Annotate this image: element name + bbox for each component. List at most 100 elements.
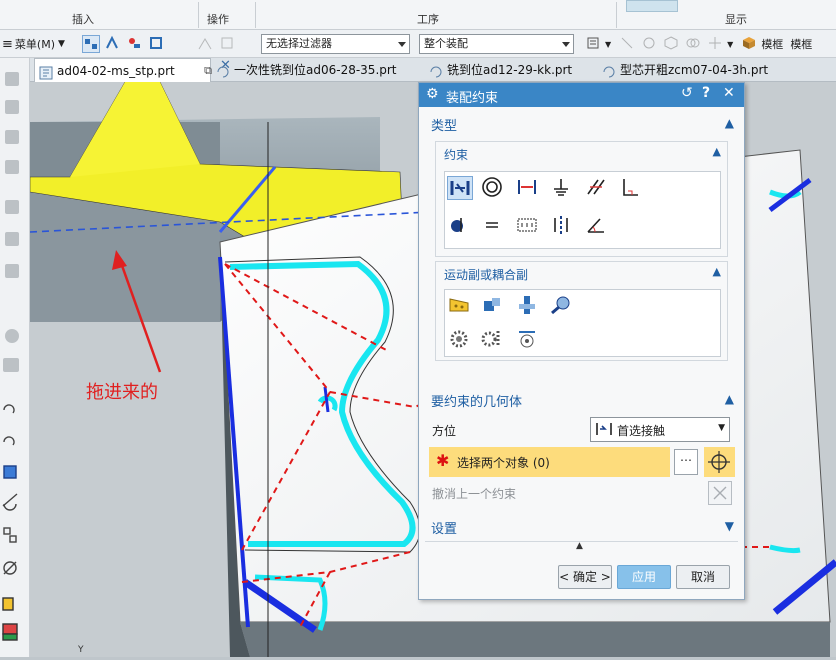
orientation-value: 首选接触 bbox=[617, 424, 666, 438]
select-face-icon[interactable] bbox=[126, 35, 144, 53]
ribbon-group-display[interactable]: 显示 bbox=[725, 11, 747, 27]
chevron-down-icon: ▼ bbox=[57, 39, 65, 49]
chevron-down-icon[interactable]: ▼ bbox=[605, 40, 611, 49]
part-file-icon bbox=[216, 63, 230, 78]
touch-align-icon[interactable] bbox=[447, 176, 473, 200]
ribbon-group-insert[interactable]: 插入 bbox=[72, 11, 94, 27]
collapse-arrow-icon[interactable]: ▲ bbox=[576, 541, 583, 551]
tab-ad12-29-kk[interactable]: 铣到位ad12-29-kk.prt bbox=[425, 58, 598, 82]
view-tools: ▼ ▼ 模框 模框 bbox=[583, 30, 812, 58]
filter-icon[interactable] bbox=[585, 35, 603, 53]
align-lock-icon[interactable] bbox=[549, 214, 575, 238]
ribbon-group-operation[interactable]: 操作 bbox=[207, 11, 229, 27]
undo-row: 撤消上一个约束 bbox=[425, 481, 738, 507]
orientation-dropdown[interactable]: 首选接触 ▼ bbox=[590, 417, 730, 442]
reset-icon[interactable]: ↺ bbox=[681, 85, 693, 101]
center-icon[interactable] bbox=[515, 214, 541, 238]
cancel-button[interactable]: 取消 bbox=[676, 565, 730, 589]
fix-icon[interactable] bbox=[549, 176, 575, 200]
section-geometry-header[interactable]: 要约束的几何体 ▲ bbox=[425, 391, 738, 411]
toolbar: ≡ 菜单(M) ▼ 无选择过滤器 整个装配 ▼ ▼ 模框 模框 bbox=[0, 30, 836, 58]
snap-point-button[interactable] bbox=[704, 447, 735, 477]
chevron-up-icon[interactable]: ▲ bbox=[713, 145, 721, 158]
part-file-icon bbox=[429, 63, 443, 78]
section-type-label: 类型 bbox=[431, 119, 458, 134]
select-body-icon[interactable] bbox=[104, 35, 122, 53]
distance-icon[interactable] bbox=[515, 176, 541, 200]
fit-icon[interactable] bbox=[447, 214, 473, 238]
mold-frame-label-2[interactable]: 模框 bbox=[790, 36, 812, 52]
dialog-title: 装配约束 bbox=[446, 91, 499, 106]
ok-button[interactable]: < 确定 > bbox=[558, 565, 612, 589]
annotation-label: 拖进来的 bbox=[86, 382, 158, 403]
part-file-icon bbox=[39, 64, 53, 80]
cheese-icon[interactable] bbox=[447, 294, 473, 318]
slider-joint-icon[interactable] bbox=[480, 294, 506, 318]
select-objects-row: ✱ 选择两个对象 (0) ⋯ bbox=[425, 447, 738, 477]
snap-grid-icon[interactable] bbox=[219, 35, 237, 53]
select-edge-icon[interactable] bbox=[148, 35, 166, 53]
bond-icon[interactable] bbox=[480, 214, 506, 238]
tab-ad04-02-ms-stp[interactable]: ad04-02-ms_stp.prt ⧉ bbox=[34, 58, 212, 83]
chevron-up-icon[interactable]: ▲ bbox=[713, 265, 721, 278]
constraint-icon-grid bbox=[444, 171, 721, 249]
select-objects-field[interactable]: ✱ 选择两个对象 (0) bbox=[429, 447, 670, 477]
perpendicular-icon[interactable] bbox=[618, 176, 644, 200]
assembly-scope-dropdown[interactable]: 整个装配 bbox=[419, 34, 574, 54]
motion-subpanel-label: 运动副或耦合副 bbox=[444, 268, 529, 282]
divider bbox=[616, 2, 617, 28]
constraint-subpanel-label: 约束 bbox=[444, 148, 469, 162]
search-joint-icon[interactable] bbox=[549, 294, 575, 318]
orientation-row: 方位 首选接触 ▼ bbox=[425, 417, 738, 443]
external-link-icon[interactable]: ⧉ bbox=[204, 59, 212, 83]
revolute-joint-icon[interactable] bbox=[515, 294, 541, 318]
cable-icon[interactable] bbox=[515, 328, 541, 352]
select-component-icon[interactable] bbox=[82, 35, 100, 53]
tab-label: 一次性铣到位ad06-28-35.prt bbox=[234, 63, 397, 77]
crosshair-icon[interactable] bbox=[707, 35, 725, 53]
undo-constraint-button[interactable] bbox=[708, 481, 732, 505]
divider bbox=[198, 2, 199, 28]
mold-frame-label[interactable]: 模框 bbox=[761, 36, 783, 52]
apply-button[interactable]: 应用 bbox=[617, 565, 671, 589]
motion-icon-grid bbox=[444, 289, 721, 357]
chevron-up-icon: ▲ bbox=[724, 392, 734, 406]
dialog-titlebar[interactable]: ⚙ 装配约束 ↺ ? ✕ bbox=[419, 83, 744, 107]
crosshair-icon bbox=[708, 451, 730, 473]
snap-icon[interactable] bbox=[197, 35, 215, 53]
section-geometry-label: 要约束的几何体 bbox=[431, 395, 523, 410]
point-icon[interactable] bbox=[619, 35, 637, 53]
chevron-down-icon[interactable]: ▼ bbox=[727, 40, 733, 49]
hexagon-icon[interactable] bbox=[663, 35, 681, 53]
rack-pinion-icon[interactable] bbox=[480, 328, 506, 352]
ribbon-thumbnail[interactable] bbox=[626, 0, 678, 12]
close-icon[interactable]: ✕ bbox=[723, 85, 735, 101]
section-settings-label: 设置 bbox=[431, 522, 458, 537]
selection-filter-dropdown[interactable]: 无选择过滤器 bbox=[261, 34, 410, 54]
tab-ad06-28-35[interactable]: 一次性铣到位ad06-28-35.prt bbox=[212, 58, 425, 82]
snap-tools bbox=[195, 30, 239, 58]
assembly-constraints-dialog: ⚙ 装配约束 ↺ ? ✕ 类型 ▲ 约束 ▲ 运动副或耦合副 ▲ 要约束的几何体… bbox=[418, 82, 745, 600]
chevron-down-icon: ▼ bbox=[718, 423, 725, 433]
tab-zcm07-04-3h[interactable]: 型芯开粗zcm07-04-3h.prt bbox=[598, 58, 794, 82]
ribbon-group-process[interactable]: 工序 bbox=[417, 11, 439, 27]
undo-constraint-label[interactable]: 撤消上一个约束 bbox=[432, 485, 516, 502]
divider bbox=[255, 2, 256, 28]
quadrant-icon[interactable] bbox=[641, 35, 659, 53]
constraint-subpanel: 约束 ▲ bbox=[435, 141, 728, 257]
angle-icon[interactable] bbox=[584, 214, 610, 238]
menu-icon: ≡ bbox=[2, 36, 13, 52]
concentric-icon[interactable] bbox=[480, 176, 506, 200]
gear-coupling-icon[interactable] bbox=[447, 328, 473, 352]
left-toolbar-icons[interactable] bbox=[0, 58, 30, 657]
parallel-icon[interactable] bbox=[584, 176, 610, 200]
point-dialog-button[interactable]: ⋯ bbox=[674, 449, 698, 475]
tab-label: ad04-02-ms_stp.prt bbox=[57, 64, 175, 78]
section-settings-header[interactable]: 设置 ▼ bbox=[425, 518, 738, 538]
box-icon[interactable] bbox=[741, 35, 759, 53]
section-type-header[interactable]: 类型 ▲ bbox=[425, 115, 738, 135]
menu-button[interactable]: ≡ 菜单(M) ▼ bbox=[2, 30, 65, 58]
chevron-up-icon: ▲ bbox=[724, 116, 734, 130]
intersection-icon[interactable] bbox=[685, 35, 703, 53]
help-icon[interactable]: ? bbox=[702, 85, 710, 101]
